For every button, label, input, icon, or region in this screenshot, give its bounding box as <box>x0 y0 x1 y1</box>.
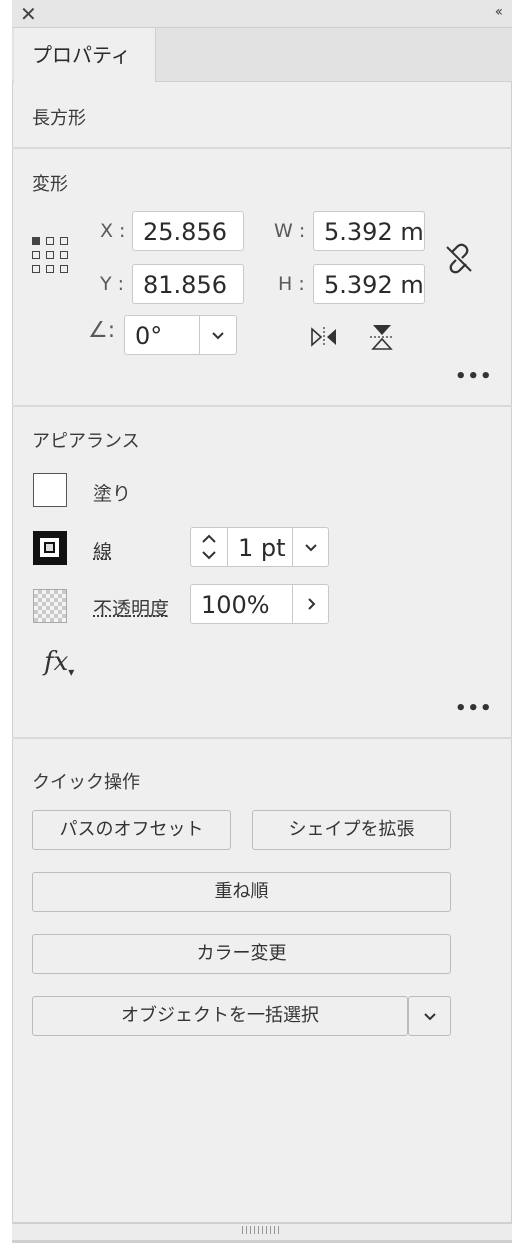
stroke-swatch[interactable] <box>33 531 67 565</box>
reference-point-icon[interactable] <box>32 237 70 275</box>
chevron-right-icon <box>307 598 315 610</box>
stroke-weight-dropdown[interactable] <box>292 527 329 567</box>
y-field[interactable]: 81.856 <box>132 264 244 304</box>
fill-label: 塗り <box>93 483 132 505</box>
panel-bottom-edge <box>12 1240 512 1243</box>
fill-swatch[interactable] <box>33 473 67 507</box>
stroke-weight-stepper[interactable] <box>190 527 228 567</box>
flip-horizontal-icon[interactable] <box>309 325 339 349</box>
tab-bar: プロパティ <box>12 28 512 82</box>
opacity-field[interactable]: 100% <box>190 584 296 624</box>
transform-section-title: 変形 <box>32 174 68 195</box>
w-label: W : <box>274 220 306 242</box>
tab-properties[interactable]: プロパティ <box>14 28 156 82</box>
chevron-down-icon <box>212 332 224 340</box>
appearance-section-title: アピアランス <box>32 431 140 452</box>
flip-vertical-icon[interactable] <box>368 322 396 352</box>
offset-path-button[interactable]: パスのオフセット <box>32 810 231 850</box>
x-field[interactable]: 25.856 <box>132 211 244 251</box>
recolor-button[interactable]: カラー変更 <box>32 934 451 974</box>
arrange-button[interactable]: 重ね順 <box>32 872 451 912</box>
panel-titlebar: ✕ ‹‹ <box>12 0 512 28</box>
opacity-label[interactable]: 不透明度 <box>93 594 169 621</box>
y-label: Y : <box>100 273 125 295</box>
close-icon[interactable]: ✕ <box>20 2 37 26</box>
w-field[interactable]: 5.392 m <box>313 211 425 251</box>
opacity-expand-button[interactable] <box>292 584 329 624</box>
grip-icon <box>242 1226 282 1234</box>
stepper-arrows-icon <box>202 534 216 560</box>
h-field[interactable]: 5.392 m <box>313 264 425 304</box>
chevron-down-icon <box>304 544 317 552</box>
more-options-icon[interactable]: ••• <box>455 366 493 387</box>
quick-actions-section-title: クイック操作 <box>32 772 140 793</box>
expand-shape-button[interactable]: シェイプを拡張 <box>252 810 451 850</box>
angle-label: ∠: <box>88 318 116 343</box>
resize-handle[interactable] <box>12 1222 512 1240</box>
angle-field[interactable]: 0° <box>124 315 204 355</box>
fx-label: fx <box>44 647 69 677</box>
chevron-down-icon <box>423 1013 436 1021</box>
divider <box>12 737 512 739</box>
angle-dropdown[interactable] <box>199 315 237 355</box>
object-type-label: 長方形 <box>32 108 86 129</box>
stroke-label[interactable]: 線 <box>93 537 112 564</box>
opacity-swatch <box>33 589 67 623</box>
double-chevron-icon[interactable]: ‹‹ <box>495 4 503 20</box>
divider <box>12 405 512 407</box>
x-label: X : <box>100 220 126 242</box>
h-label: H : <box>278 273 305 295</box>
effects-fx-icon[interactable]: fx▾ <box>44 647 74 679</box>
stroke-weight-field[interactable]: 1 pt <box>227 527 295 567</box>
select-same-button[interactable]: オブジェクトを一括選択 <box>32 996 408 1036</box>
more-options-icon[interactable]: ••• <box>455 698 493 719</box>
divider <box>12 147 512 149</box>
constrain-proportions-icon[interactable] <box>442 242 476 276</box>
select-same-dropdown[interactable] <box>408 996 451 1036</box>
